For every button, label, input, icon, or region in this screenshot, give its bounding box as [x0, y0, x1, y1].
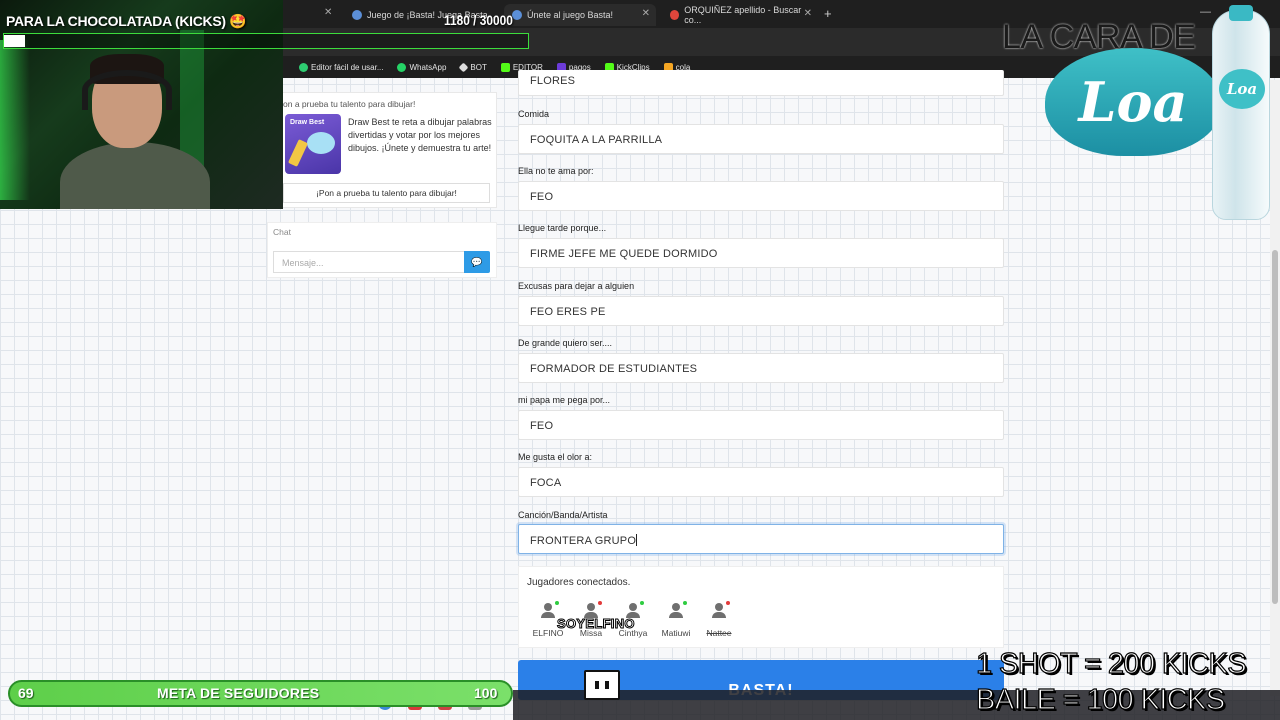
site-icon — [512, 10, 522, 20]
ad-image-title: Draw Best — [290, 119, 325, 126]
online-status-dot — [555, 601, 559, 605]
draw-best-image[interactable]: Draw Best — [285, 114, 341, 174]
streamer-tag: SOYELFINO — [557, 616, 636, 632]
pencil-icon — [287, 139, 309, 167]
field-label-ella-no-te-ama: Ella no te ama por: — [518, 166, 594, 176]
tab-label: ORQUIÑEZ apellido - Buscar co... — [684, 5, 802, 25]
connected-players-panel: Jugadores conectados. ELFINO Missa Cinth… — [518, 566, 1004, 648]
followers-current: 69 — [18, 685, 34, 701]
field-input-llegue-tarde[interactable]: FIRME JEFE ME QUEDE DORMIDO — [518, 238, 1004, 268]
loa-logo: Loa — [1045, 48, 1221, 156]
chat-title: Chat — [273, 227, 291, 237]
minimize-icon[interactable]: — — [1200, 6, 1211, 18]
close-icon[interactable]: ✕ — [642, 8, 650, 19]
diamond-icon — [458, 62, 469, 72]
tab-label: Únete al juego Basta! — [527, 10, 614, 20]
water-bottle-image: Loa — [1212, 5, 1270, 220]
tab-join-basta[interactable]: Únete al juego Basta! ✕ — [504, 4, 656, 26]
webcam-feed — [0, 0, 283, 209]
chat-message-input[interactable]: Mensaje... — [273, 251, 465, 273]
headphones-icon — [82, 70, 172, 110]
field-input-cancion[interactable]: FRONTERA GRUPO — [518, 524, 1004, 554]
user-icon — [669, 601, 687, 619]
player-item: Nattee — [694, 601, 744, 638]
ad-description: Draw Best te reta a dibujar palabras div… — [348, 117, 492, 153]
kicks-goal-count: 1180 / 30000 — [444, 12, 513, 28]
bookmark-whatsapp[interactable]: WhatsApp — [397, 62, 446, 72]
text-caret — [636, 534, 638, 546]
chat-bubble-icon: 💬 — [471, 256, 483, 267]
field-label-excusas: Excusas para dejar a alguien — [518, 281, 635, 291]
followers-goal-label: META DE SEGUIDORES — [157, 685, 320, 701]
kicks-goal-fill — [4, 35, 25, 47]
field-label-cancion: Canción/Banda/Artista — [518, 510, 608, 520]
kicks-goal-bar — [3, 33, 529, 49]
google-icon — [670, 10, 680, 20]
field-input-comida[interactable]: FOQUITA A LA PARRILLA — [518, 124, 1004, 154]
ad-header: on a prueba tu talento para dibujar! — [283, 99, 416, 109]
field-value: FRONTERA GRUPO — [530, 535, 637, 547]
whatsapp-icon — [397, 62, 407, 72]
user-icon — [712, 601, 730, 619]
scrollbar-thumb[interactable] — [1272, 250, 1278, 604]
new-tab-button[interactable]: + — [824, 6, 832, 21]
close-icon[interactable]: ✕ — [324, 7, 332, 18]
field-input-excusas[interactable]: FEO ERES PE — [518, 296, 1004, 326]
bookmark-icon — [299, 62, 308, 72]
online-status-dot — [640, 601, 644, 605]
kicks-goal-title: PARA LA CHOCOLATADA (KICKS) 🤩 — [6, 13, 247, 29]
tab-google-search[interactable]: ORQUIÑEZ apellido - Buscar co... ✕ — [662, 4, 818, 26]
kicks-rule-baile: BAILE = 100 KICKS — [975, 683, 1225, 716]
players-title: Jugadores conectados. — [527, 577, 631, 588]
field-input-de-grande[interactable]: FORMADOR DE ESTUDIANTES — [518, 353, 1004, 383]
field-label-llegue-tarde: Llegue tarde porque... — [518, 223, 607, 233]
close-icon[interactable]: ✕ — [804, 8, 812, 19]
field-label-mi-papa: mi papa me pega por... — [518, 395, 611, 405]
bookmark-bot[interactable]: BOT — [458, 62, 487, 72]
send-button[interactable]: 💬 — [464, 251, 490, 273]
streamer — [60, 54, 210, 209]
online-status-dot — [683, 601, 687, 605]
field-input-olor[interactable]: FOCA — [518, 467, 1004, 497]
field-label-de-grande: De grande quiero ser.... — [518, 338, 613, 348]
cloud-icon — [307, 132, 335, 154]
offline-status-dot — [598, 601, 602, 605]
bookmark-editor-facil[interactable]: Editor fácil de usar... — [299, 62, 383, 72]
site-icon — [352, 10, 362, 20]
player-name: Nattee — [706, 628, 732, 638]
logo-text: Loa — [1078, 70, 1188, 134]
field-input-ella-no-te-ama[interactable]: FEO — [518, 181, 1004, 211]
field-label-olor: Me gusta el olor a: — [518, 452, 593, 462]
field-label-comida: Comida — [518, 109, 550, 119]
field-input-partial[interactable]: FLORES — [518, 70, 1004, 96]
mascot-icon — [584, 670, 620, 700]
offline-status-dot — [726, 601, 730, 605]
kick-icon — [500, 62, 510, 72]
kicks-rule-shot: 1 SHOT = 200 KICKS — [975, 647, 1247, 680]
ad-cta-button[interactable]: ¡Pon a prueba tu talento para dibujar! — [283, 183, 490, 203]
user-icon — [541, 601, 559, 619]
followers-goal-target: 100 — [474, 685, 498, 701]
bottle-label: Loa — [1219, 69, 1265, 109]
field-input-mi-papa[interactable]: FEO — [518, 410, 1004, 440]
